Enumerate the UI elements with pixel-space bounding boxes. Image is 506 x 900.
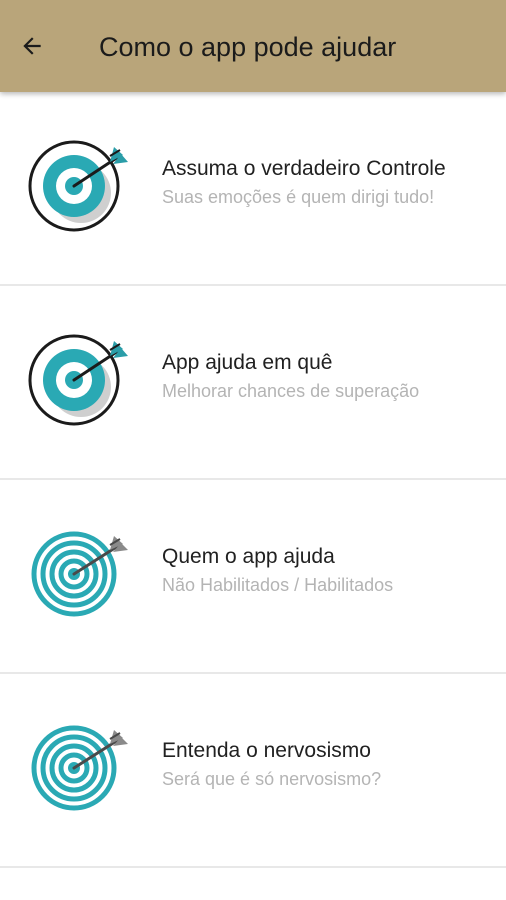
back-button[interactable]	[12, 26, 52, 66]
list-item-app-ajuda-em-que[interactable]: App ajuda em quê Melhorar chances de sup…	[0, 286, 506, 480]
list-item-subtitle: Melhorar chances de superação	[162, 381, 420, 401]
list-item-quem-o-app-ajuda[interactable]: Quem o app ajuda Não Habilitados / Habil…	[0, 480, 506, 674]
list-item-title: App ajuda em quê	[162, 351, 333, 374]
list-item-subtitle: Suas emoções é quem dirigi tudo!	[162, 187, 435, 207]
list-item-assuma-controle[interactable]: Assuma o verdadeiro Controle Suas emoçõe…	[0, 92, 506, 286]
list-item-subtitle: Não Habilitados / Habilitados	[162, 575, 394, 595]
target-rings-dart-icon	[24, 718, 136, 818]
arrow-left-icon	[23, 37, 41, 55]
target-rings-dart-icon	[24, 524, 136, 624]
list-item-subtitle: Será que é só nervosismo?	[162, 769, 382, 789]
list-item-title: Entenda o nervosismo	[162, 739, 371, 762]
list-item-entenda-nervosismo[interactable]: Entenda o nervosismo Será que é só nervo…	[0, 674, 506, 868]
list-item-title: Assuma o verdadeiro Controle	[162, 157, 446, 180]
page-title: Como o app pode ajudar	[99, 32, 397, 62]
list-item-title: Quem o app ajuda	[162, 545, 335, 568]
help-topics-list: Assuma o verdadeiro Controle Suas emoçõe…	[0, 92, 506, 868]
target-dart-icon	[28, 334, 130, 426]
app-bar: Como o app pode ajudar	[0, 0, 506, 92]
target-dart-icon	[28, 140, 130, 232]
